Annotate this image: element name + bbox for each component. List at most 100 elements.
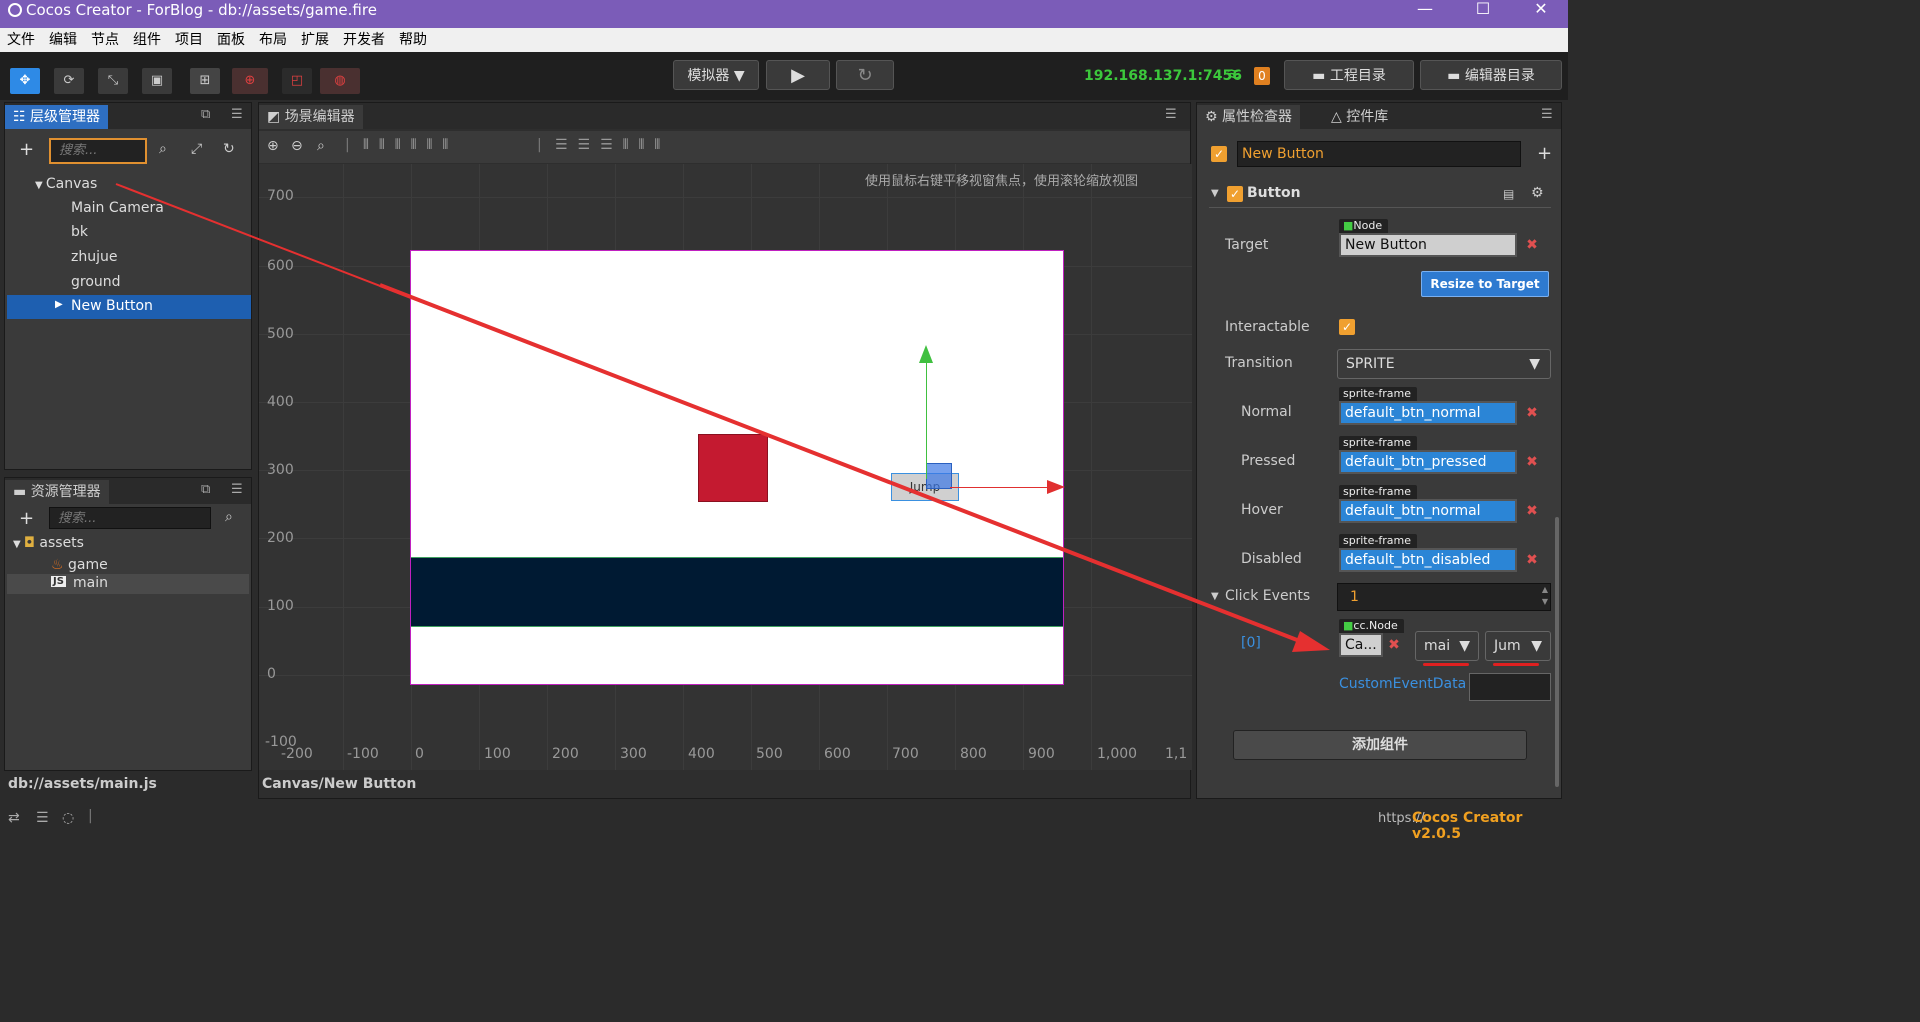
menu-developer[interactable]: 开发者 <box>336 28 392 52</box>
gizmo-x-axis[interactable] <box>950 487 1050 488</box>
tree-node-zhujue[interactable]: zhujue <box>71 249 117 265</box>
close-button[interactable]: ✕ <box>1518 0 1564 20</box>
event-handler-select[interactable]: Jum ▼ <box>1485 631 1551 661</box>
popout-icon[interactable]: ⧉ <box>201 107 210 122</box>
visibility-icon[interactable]: ◌ <box>62 810 74 826</box>
menu-icon[interactable]: ☰ <box>1165 107 1177 122</box>
zoom-in-icon[interactable]: ⊕ <box>267 138 279 154</box>
menu-edit[interactable]: 编辑 <box>42 28 84 52</box>
move-tool-icon[interactable]: ✥ <box>10 68 40 94</box>
tab-inspector[interactable]: ⚙ 属性检查器 <box>1197 105 1301 129</box>
popout-icon[interactable]: ⧉ <box>201 482 210 497</box>
project-dir-button[interactable]: ▬ 工程目录 <box>1284 60 1414 90</box>
distribute-tools-icon[interactable]: ☰☰☰⫴⫴⫴ <box>555 137 670 153</box>
menu-icon[interactable]: ☰ <box>231 482 243 497</box>
block-node[interactable] <box>698 434 768 502</box>
add-asset-icon[interactable]: + <box>19 508 34 529</box>
notification-badge[interactable]: 0 <box>1254 67 1270 85</box>
sync-icon[interactable]: ⇄ <box>8 810 20 826</box>
gear-icon[interactable]: ⚙ <box>1531 185 1544 201</box>
menu-file[interactable]: 文件 <box>0 28 42 52</box>
disabled-sprite-field[interactable]: default_btn_disabled <box>1339 548 1517 572</box>
align-tools-icon[interactable]: ⫴⫴⫴⫴⫴⫴ <box>363 137 458 153</box>
scene-viewport[interactable]: 使用鼠标右键平移视窗焦点，使用滚轮缩放视图 700 600 500 400 30… <box>259 164 1192 770</box>
maximize-button[interactable]: ☐ <box>1460 0 1506 20</box>
node-name-input[interactable]: New Button <box>1237 141 1521 167</box>
canvas-node[interactable]: Jump <box>410 250 1065 685</box>
refresh-icon[interactable]: ↻ <box>223 141 235 157</box>
rect-tool-icon[interactable]: ▣ <box>142 68 172 94</box>
tab-hierarchy[interactable]: ☷ 层级管理器 <box>5 105 109 129</box>
local-global-icon[interactable]: ⊕ <box>232 68 268 94</box>
tab-scene[interactable]: ◩ 场景编辑器 <box>259 105 363 129</box>
transition-select[interactable]: SPRITE ▼ <box>1337 349 1551 379</box>
menu-extension[interactable]: 扩展 <box>294 28 336 52</box>
clear-normal-icon[interactable]: ✖ <box>1521 403 1543 423</box>
menu-icon[interactable]: ☰ <box>231 107 243 122</box>
menu-help[interactable]: 帮助 <box>392 28 434 52</box>
menu-panel[interactable]: 面板 <box>210 28 252 52</box>
tree-node-main-camera[interactable]: Main Camera <box>71 200 164 216</box>
database-icon[interactable]: ☰ <box>36 810 49 826</box>
expand-icon[interactable]: ⤢ <box>191 141 202 157</box>
book-icon[interactable]: ▤ <box>1503 187 1514 201</box>
editor-dir-button[interactable]: ▬ 编辑器目录 <box>1420 60 1562 90</box>
hierarchy-search-input[interactable]: 搜索... <box>49 138 147 164</box>
tree-node-new-button[interactable]: ▶ New Button <box>7 295 251 319</box>
gizmo-toggle-icon[interactable]: ◰ <box>282 68 312 94</box>
clear-pressed-icon[interactable]: ✖ <box>1521 452 1543 472</box>
gizmo-y-axis[interactable] <box>926 359 927 479</box>
simulator-select[interactable]: 模拟器 ▼ <box>673 60 759 90</box>
stepper-icon[interactable]: ▲ ▼ <box>1542 584 1548 608</box>
tree-node-canvas[interactable]: ▼ Canvas <box>35 176 97 192</box>
add-component-button[interactable]: 添加组件 <box>1233 730 1527 760</box>
tree-asset-main[interactable]: JS main <box>7 574 249 594</box>
scene-2d3d-icon[interactable]: ◍ <box>320 68 360 94</box>
search-icon[interactable]: ⌕ <box>225 509 233 525</box>
normal-sprite-field[interactable]: default_btn_normal <box>1339 401 1517 425</box>
component-enabled-checkbox[interactable]: ✓ <box>1227 186 1243 202</box>
play-icon[interactable]: ▶ <box>766 60 830 90</box>
zoom-reset-icon[interactable]: ⌕ <box>317 138 325 154</box>
gizmo-center[interactable] <box>926 463 952 489</box>
anchor-pivot-icon[interactable]: ⊞ <box>190 68 220 94</box>
hover-sprite-field[interactable]: default_btn_normal <box>1339 499 1517 523</box>
search-icon[interactable]: ⌕ <box>159 141 167 157</box>
gizmo-y-arrow-icon[interactable] <box>919 345 933 363</box>
tab-widgets[interactable]: △ 控件库 <box>1323 105 1397 129</box>
resize-to-target-button[interactable]: Resize to Target <box>1421 271 1549 297</box>
zoom-out-icon[interactable]: ⊖ <box>291 138 303 154</box>
assets-search-input[interactable]: 搜索... <box>49 507 211 529</box>
tree-asset-game[interactable]: ♨ game <box>51 557 108 573</box>
tree-assets-root[interactable]: ▼ ◘ assets <box>13 535 84 551</box>
menu-component[interactable]: 组件 <box>126 28 168 52</box>
rotate-tool-icon[interactable]: ⟳ <box>54 68 84 94</box>
tab-assets[interactable]: ▬ 资源管理器 <box>5 480 109 504</box>
gizmo-x-arrow-icon[interactable] <box>1047 480 1065 494</box>
menu-node[interactable]: 节点 <box>84 28 126 52</box>
pressed-sprite-field[interactable]: default_btn_pressed <box>1339 450 1517 474</box>
chevron-down-icon[interactable]: ▼ <box>1211 591 1219 602</box>
menu-project[interactable]: 项目 <box>168 28 210 52</box>
menu-layout[interactable]: 布局 <box>252 28 294 52</box>
click-events-count-input[interactable]: 1 ▲ ▼ <box>1337 583 1551 611</box>
ground-node[interactable] <box>411 557 1063 627</box>
clear-disabled-icon[interactable]: ✖ <box>1521 550 1543 570</box>
add-icon[interactable]: + <box>1537 143 1552 164</box>
add-node-icon[interactable]: + <box>19 139 34 160</box>
refresh-icon[interactable]: ↻ <box>836 60 894 90</box>
target-field[interactable]: New Button <box>1339 233 1517 257</box>
event-component-select[interactable]: mai ▼ <box>1415 631 1479 661</box>
minimize-button[interactable]: — <box>1402 0 1448 20</box>
scale-tool-icon[interactable]: ⤡ <box>98 68 128 94</box>
interactable-checkbox[interactable]: ✓ <box>1339 319 1355 335</box>
clear-hover-icon[interactable]: ✖ <box>1521 501 1543 521</box>
clear-target-icon[interactable]: ✖ <box>1521 235 1543 255</box>
event-target-field[interactable]: Ca... <box>1339 633 1383 657</box>
inspector-scrollbar[interactable] <box>1555 517 1559 787</box>
tree-node-ground[interactable]: ground <box>71 274 121 290</box>
menu-icon[interactable]: ☰ <box>1541 107 1553 122</box>
clear-event-target-icon[interactable]: ✖ <box>1383 635 1405 655</box>
node-active-checkbox[interactable]: ✓ <box>1211 146 1227 162</box>
tree-node-bk[interactable]: bk <box>71 224 88 240</box>
